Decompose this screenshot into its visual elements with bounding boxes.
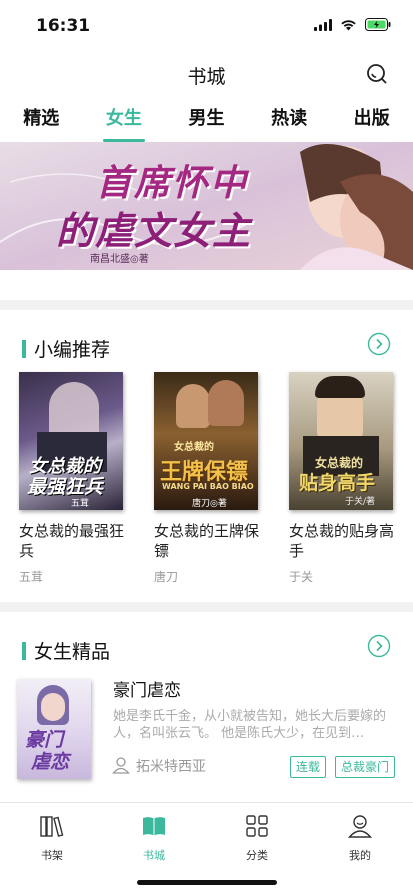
user-icon <box>112 757 130 774</box>
tab-male[interactable]: 男生 <box>165 98 248 142</box>
search-button[interactable] <box>365 62 389 86</box>
tab-publish[interactable]: 出版 <box>330 98 413 142</box>
book-cover: 女总裁的 贴身高手 于关/著 <box>289 372 393 510</box>
cover-title-2: 贴身高手 <box>299 472 376 494</box>
chevron-right-circle-icon <box>367 634 391 658</box>
book-title: 女总裁的贴身高手 <box>289 522 395 560</box>
tabbar-label: 分类 <box>246 849 268 862</box>
cover-author: 五茸 <box>71 499 90 509</box>
bookshelf-icon <box>40 816 64 837</box>
tabbar-bookshelf[interactable]: 书架 <box>12 813 92 863</box>
section-divider <box>0 602 413 612</box>
book-card[interactable]: 女总裁的 王牌保镖 WANG PAI BAO BIAO 唐刀◎著 女总裁的王牌保… <box>154 372 259 585</box>
chevron-right-circle-icon <box>367 332 391 356</box>
status-tag: 连载 <box>290 756 327 778</box>
book-icon <box>143 817 165 836</box>
status-bar: 16:31 <box>0 0 413 52</box>
tabbar-profile[interactable]: 我的 <box>320 813 400 863</box>
profile-icon <box>347 815 373 838</box>
signal-icon <box>314 18 332 31</box>
more-button[interactable] <box>367 332 391 356</box>
female-picks-header: 女生精品 <box>0 632 413 672</box>
banner-title-line-1: 首席怀中 <box>96 162 249 204</box>
book-card[interactable]: 女总裁的 贴身高手 于关/著 女总裁的贴身高手 于关 <box>289 372 394 585</box>
search-icon <box>367 64 387 84</box>
tab-female[interactable]: 女生 <box>83 98 166 142</box>
tab-featured[interactable]: 精选 <box>0 98 83 142</box>
tabbar-bookstore[interactable]: 书城 <box>114 813 194 863</box>
book-title: 女总裁的王牌保镖 <box>154 522 260 560</box>
editor-picks-header: 小编推荐 <box>0 330 413 370</box>
book-title: 女总裁的最强狂兵 <box>19 522 125 560</box>
status-time: 16:31 <box>36 16 91 36</box>
section-title: 小编推荐 <box>34 339 111 361</box>
cover-author: 于关/著 <box>345 497 376 507</box>
book-author: 唐刀 <box>154 570 179 584</box>
tabbar-categories[interactable]: 分类 <box>217 813 297 863</box>
editor-picks-list: 女总裁的 最强狂兵 五茸 女总裁的最强狂兵 五茸 女总裁的 王牌保镖 WANG … <box>0 372 413 587</box>
tabbar-label: 书架 <box>41 849 63 862</box>
featured-book[interactable]: 豪门 虐恋 豪门虐恋 她是李氏千金，从小就被告知，她长大后要嫁的人，名叫张云飞。… <box>0 676 413 786</box>
genre-tag: 总裁豪门 <box>335 756 396 778</box>
cover-title-2: 虐恋 <box>31 751 70 773</box>
section-divider <box>0 300 413 310</box>
section-marker <box>22 642 26 660</box>
book-description: 她是李氏千金，从小就被告知，她长大后要嫁的人，名叫张云飞。 他是陈氏大少，在见到… <box>113 709 387 741</box>
book-card[interactable]: 女总裁的 最强狂兵 五茸 女总裁的最强狂兵 五茸 <box>19 372 124 585</box>
tabbar-label: 我的 <box>349 849 371 862</box>
book-cover: 豪门 虐恋 <box>17 679 91 779</box>
home-indicator[interactable] <box>137 880 277 885</box>
cover-title-1: 女总裁的 <box>174 442 214 453</box>
wifi-icon <box>341 19 356 30</box>
cover-subtitle: WANG PAI BAO BIAO <box>162 482 254 491</box>
cover-title-2: 最强狂兵 <box>27 476 104 498</box>
book-title: 豪门虐恋 <box>113 681 181 701</box>
tab-hot[interactable]: 热读 <box>248 98 331 142</box>
grid-icon <box>246 815 268 837</box>
page-title: 书城 <box>187 66 226 88</box>
tabbar-label: 书城 <box>143 849 165 862</box>
cover-author: 唐刀◎著 <box>192 499 227 509</box>
section-marker <box>22 340 26 358</box>
section-title: 女生精品 <box>34 641 111 663</box>
status-icons <box>314 18 391 31</box>
book-author: 五茸 <box>19 570 44 584</box>
banner-author-stamp: 南昌北盛◎著 <box>90 254 149 265</box>
book-author: 拓米特西亚 <box>136 759 206 775</box>
category-tabs: 精选 女生 男生 热读 出版 <box>0 98 413 142</box>
navigation-bar: 书城 <box>0 52 413 96</box>
book-author: 于关 <box>289 570 314 584</box>
book-cover: 女总裁的 王牌保镖 WANG PAI BAO BIAO 唐刀◎著 <box>154 372 258 510</box>
banner-title-line-2: 的虐文女主 <box>56 208 252 253</box>
more-button[interactable] <box>367 634 391 658</box>
book-cover: 女总裁的 最强狂兵 五茸 <box>19 372 123 510</box>
battery-icon <box>365 18 391 31</box>
promo-banner[interactable]: 首席怀中 的虐文女主 南昌北盛◎著 <box>0 142 413 270</box>
